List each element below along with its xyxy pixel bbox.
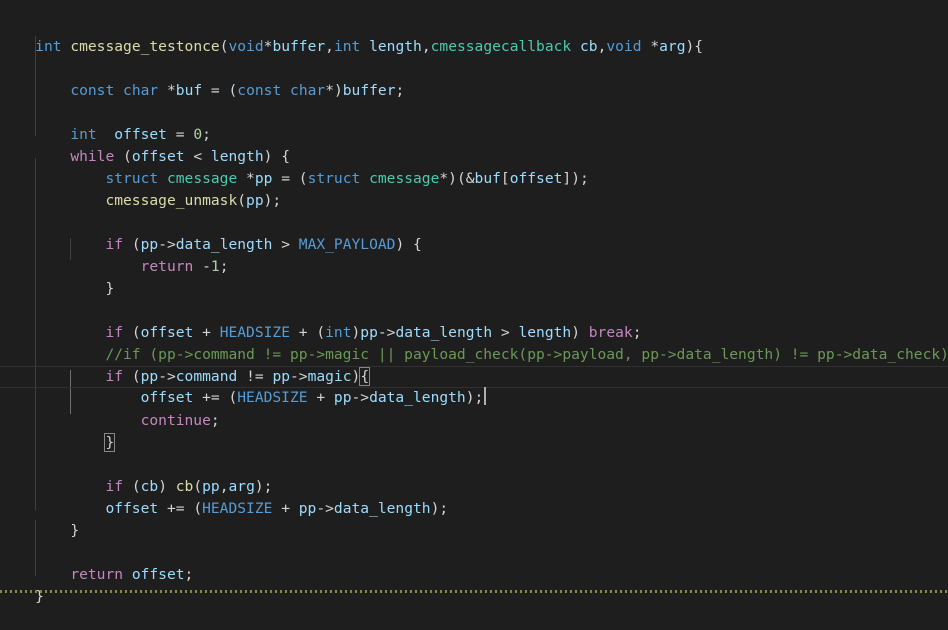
code-token: cmessagecallback [430, 38, 572, 55]
code-token: *) [325, 82, 343, 99]
code-line-3: const char *buf = (const char*)buffer; [0, 58, 948, 99]
code-line-11: return -1; [0, 234, 948, 275]
code-token: } [70, 522, 80, 539]
code-line-26: } [0, 564, 948, 605]
bracket-match-highlight: } [104, 433, 116, 452]
code-line-12: } [0, 256, 948, 297]
code-token: cmessage_testonce [70, 38, 220, 55]
code-token: * [158, 82, 176, 99]
code-token: buffer [342, 82, 396, 99]
code-token: char [123, 82, 159, 99]
code-line-16: if (pp->command != pp->magic){ [0, 344, 948, 386]
code-editor[interactable]: int cmessage_testonce(void*buffer,int le… [0, 0, 948, 605]
code-token: void [606, 38, 642, 55]
code-token: ); [263, 192, 282, 209]
code-token: pp [246, 192, 264, 209]
code-line-19: } [0, 410, 948, 452]
code-token: const [70, 82, 115, 99]
code-token: cb [580, 38, 598, 55]
code-line-7: struct cmessage *pp = (struct cmessage*)… [0, 146, 948, 187]
code-line-8: cmessage_unmask(pp); [0, 168, 948, 209]
code-token: ){ [685, 38, 704, 55]
code-token: int [333, 38, 361, 55]
code-token: buffer [272, 38, 326, 55]
code-token: void [228, 38, 264, 55]
code-line-17-current[interactable]: offset += (HEADSIZE + pp->data_length); [0, 366, 948, 406]
code-line-5: int offset = 0; [0, 102, 948, 143]
code-token: cmessage_unmask [105, 192, 238, 209]
code-token: } [105, 280, 115, 297]
code-line-25: return offset; [0, 542, 948, 583]
code-token: , [421, 38, 431, 55]
code-line-14: if (offset + HEADSIZE + (int)pp->data_le… [0, 300, 948, 341]
code-token: = ( [202, 82, 238, 99]
code-line-18: continue; [0, 388, 948, 429]
code-line-1: int cmessage_testonce(void*buffer,int le… [0, 14, 948, 55]
code-token: const [237, 82, 282, 99]
code-token: char [290, 82, 326, 99]
code-line-15: //if (pp->command != pp->magic || payloa… [0, 322, 948, 363]
code-line-22: offset += (HEADSIZE + pp->data_length); [0, 476, 948, 517]
code-token: ; [395, 82, 405, 99]
code-token: int [35, 38, 62, 55]
code-line-23: } [0, 498, 948, 539]
code-token: length [369, 38, 422, 55]
code-token: , [325, 38, 334, 55]
code-line-6: while (offset < length) { [0, 124, 948, 165]
code-token: * [641, 38, 660, 55]
code-token: ( [237, 192, 247, 209]
code-token: arg [659, 38, 686, 55]
code-token: buf [175, 82, 203, 99]
code-line-10: if (pp->data_length > MAX_PAYLOAD) { [0, 212, 948, 253]
code-line-21: if (cb) cb(pp,arg); [0, 454, 948, 495]
